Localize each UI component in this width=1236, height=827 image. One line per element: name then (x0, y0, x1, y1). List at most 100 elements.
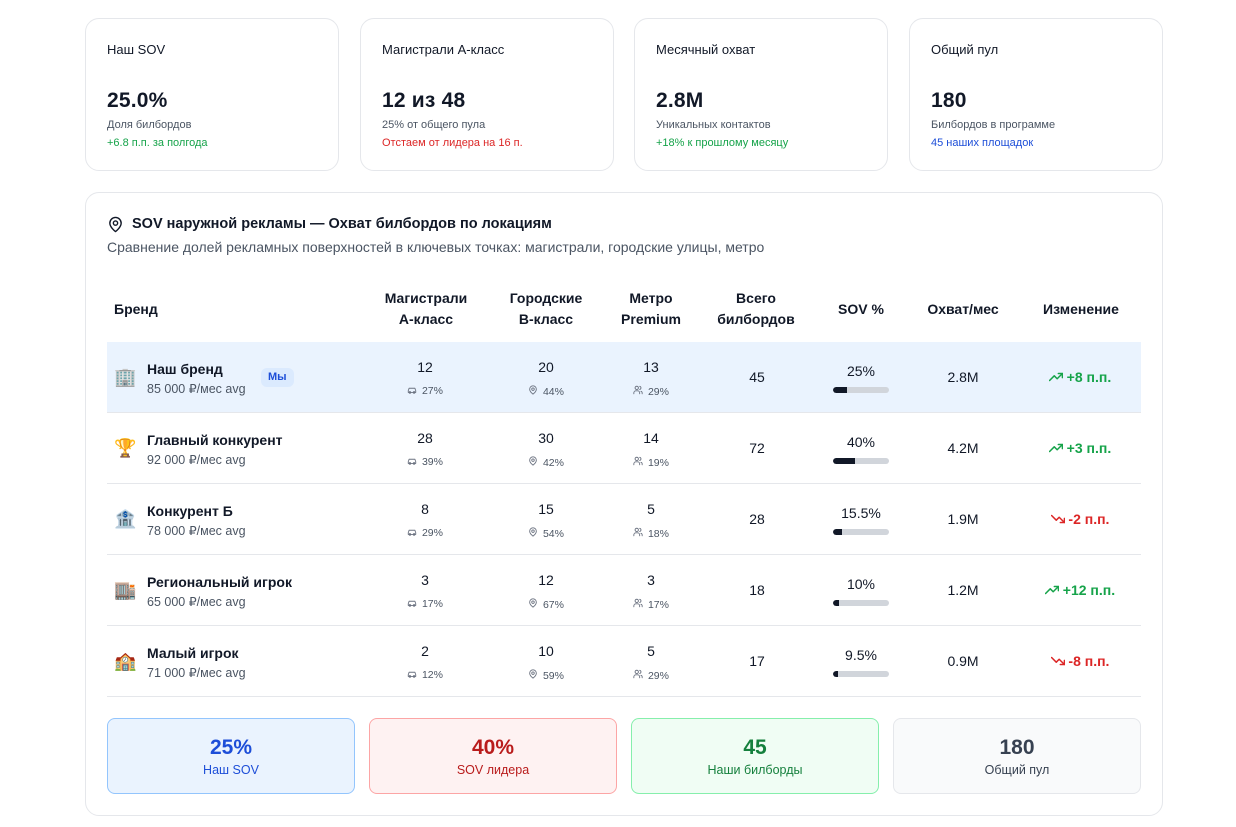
change-cell: +3 п.п. (1025, 413, 1135, 484)
kpi-note: +6.8 п.п. за полгода (107, 137, 208, 149)
highways-share: 12% (380, 669, 470, 681)
table-row[interactable]: 🏬 Региональный игрок 65 000 ₽/мес avg 3 17%… (107, 555, 1141, 626)
kpi-note: +18% к прошлому месяцу (656, 137, 789, 149)
change-text: -2 п.п. (1068, 511, 1110, 527)
sov-cell: 15.5% (816, 484, 906, 555)
table-row[interactable]: 🏦 Конкурент Б 78 000 ₽/мес avg 8 29% 15 54% 5… (107, 484, 1141, 555)
total-count: 45 (749, 369, 765, 385)
highways-cell: 12 27% (380, 342, 470, 413)
total-cell: 72 (712, 413, 802, 484)
reach-cell: 0.9M (908, 626, 1018, 697)
kpi-label: Общий пул (931, 42, 999, 57)
highways-pct: 12% (421, 669, 443, 681)
summary-total-pool: 180 Общий пул (893, 718, 1141, 794)
highways-cell: 8 29% (380, 484, 470, 555)
metro-share: 18% (606, 527, 696, 540)
metro-cell: 14 19% (606, 413, 696, 484)
change-cell: -2 п.п. (1025, 484, 1135, 555)
col-header-total[interactable]: Всего билбордов (701, 288, 811, 330)
sov-cell: 10% (816, 555, 906, 626)
summary-value: 45 (743, 736, 767, 759)
city-share: 59% (501, 669, 591, 682)
col-header-line: B-класс (518, 311, 574, 327)
col-header-city[interactable]: Городские B-класс (486, 288, 606, 330)
map-pin-icon (528, 669, 538, 682)
metro-share: 29% (606, 385, 696, 398)
metro-count: 5 (647, 643, 655, 659)
own-brand-badge: Мы (261, 368, 294, 387)
highways-share: 39% (380, 456, 470, 468)
city-pct: 67% (542, 599, 564, 611)
metro-cell: 5 18% (606, 484, 696, 555)
sov-value: 25% (846, 363, 876, 379)
city-count: 15 (538, 501, 554, 517)
change-cell: +8 п.п. (1025, 342, 1135, 413)
sov-value: 9.5% (845, 647, 877, 663)
kpi-note: Отстаем от лидера на 16 п. (382, 137, 523, 149)
reach-value: 2.8M (947, 369, 979, 385)
brand-price: 78 000 ₽/мес avg (147, 524, 246, 538)
metro-count: 3 (647, 572, 655, 588)
highways-count: 12 (417, 359, 433, 375)
city-cell: 15 54% (501, 484, 591, 555)
panel-subtitle: Сравнение долей рекламных поверхностей в… (107, 239, 765, 255)
col-header-reach[interactable]: Охват/мес (908, 299, 1018, 320)
brand-cell: 🏆 Главный конкурент 92 000 ₽/мес avg (107, 413, 377, 484)
change-text: -8 п.п. (1068, 653, 1110, 669)
reach-cell: 1.2M (908, 555, 1018, 626)
trend-up-icon (1044, 582, 1060, 598)
metro-cell: 3 17% (606, 555, 696, 626)
summary-our-billboards: 45 Наши билборды (631, 718, 879, 794)
users-icon (633, 669, 643, 682)
brand-name: Малый игрок (147, 645, 239, 661)
sov-progress-bar (833, 671, 889, 677)
users-icon (633, 598, 643, 611)
table-row[interactable]: 🏆 Главный конкурент 92 000 ₽/мес avg 28 39%… (107, 413, 1141, 484)
sov-value: 10% (846, 576, 876, 592)
kpi-label: Наш SOV (107, 42, 166, 57)
reach-value: 1.9M (947, 511, 979, 527)
kpi-value: 2.8M (656, 89, 704, 112)
highways-count: 3 (421, 572, 429, 588)
highways-pct: 29% (421, 527, 443, 539)
brand-name: Конкурент Б (147, 503, 233, 519)
reach-cell: 1.9M (908, 484, 1018, 555)
summary-value: 40% (471, 736, 515, 759)
metro-cell: 5 29% (606, 626, 696, 697)
car-icon (407, 599, 417, 610)
metro-share: 17% (606, 598, 696, 611)
col-header-change[interactable]: Изменение (1026, 299, 1136, 320)
users-icon (633, 456, 643, 469)
metro-count: 5 (647, 501, 655, 517)
summary-label: Наши билборды (707, 763, 803, 777)
sov-progress-bar (833, 529, 889, 535)
kpi-row: Наш SOV 25.0% Доля билбордов +6.8 п.п. з… (85, 18, 1163, 171)
city-count: 12 (538, 572, 554, 588)
col-header-brand[interactable]: Бренд (114, 299, 158, 320)
highways-cell: 2 12% (380, 626, 470, 697)
sov-progress-fill (833, 529, 842, 535)
summary-label: Наш SOV (203, 763, 259, 777)
sov-progress-fill (833, 671, 839, 677)
city-pct: 44% (542, 386, 564, 398)
brand-name: Региональный игрок (147, 574, 292, 590)
trophy-icon: 🏆 (114, 438, 137, 458)
reach-cell: 4.2M (908, 413, 1018, 484)
col-header-sov[interactable]: SOV % (816, 299, 906, 320)
sov-value: 15.5% (841, 505, 881, 521)
highways-pct: 17% (421, 598, 443, 610)
change-value: -8 п.п. (1025, 653, 1135, 669)
change-text: +8 п.п. (1066, 369, 1112, 385)
col-header-highways[interactable]: Магистрали А-класс (366, 288, 486, 330)
office-building-icon: 🏢 (114, 367, 137, 387)
sov-cell: 25% (816, 342, 906, 413)
col-header-metro[interactable]: Метро Premium (601, 288, 701, 330)
table-row[interactable]: 🏫 Малый игрок 71 000 ₽/мес avg 2 12% 10 59% 5… (107, 626, 1141, 697)
metro-pct: 18% (647, 528, 669, 540)
change-cell: -8 п.п. (1025, 626, 1135, 697)
users-icon (633, 527, 643, 540)
table-row[interactable]: 🏢 Наш бренд 85 000 ₽/мес avg Мы 12 27% 20 44%… (107, 342, 1141, 413)
change-value: +12 п.п. (1025, 582, 1135, 598)
kpi-value: 25.0% (107, 89, 168, 112)
sov-progress-fill (833, 458, 856, 464)
